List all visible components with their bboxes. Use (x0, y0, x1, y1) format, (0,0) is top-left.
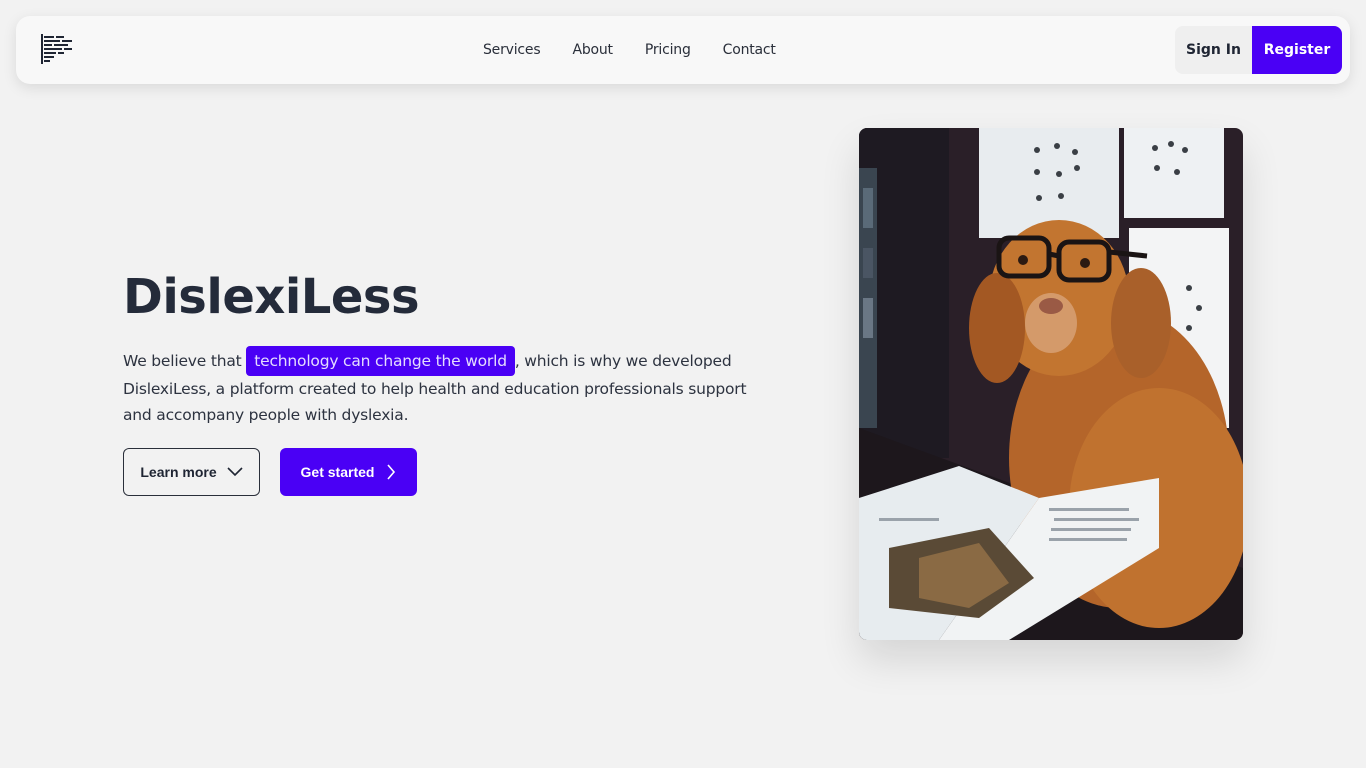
chevron-right-icon (387, 464, 396, 480)
logo-icon[interactable] (40, 32, 74, 66)
hero-highlight: technology can change the world (246, 346, 515, 376)
auth-actions: Sign In Register (1175, 26, 1342, 74)
get-started-button[interactable]: Get started (280, 448, 417, 496)
get-started-label: Get started (300, 464, 375, 480)
nav-link-contact[interactable]: Contact (723, 42, 776, 58)
chevron-down-icon (227, 467, 243, 477)
learn-more-button[interactable]: Learn more (123, 448, 260, 496)
nav-links: Services About Pricing Contact (483, 16, 808, 84)
dog-reading-illustration (859, 128, 1243, 640)
hero-text-before: We believe that (123, 352, 247, 370)
top-navbar: Services About Pricing Contact Sign In R… (16, 16, 1350, 84)
sign-in-button[interactable]: Sign In (1175, 26, 1252, 74)
hero-title: DislexiLess (123, 269, 420, 325)
nav-link-about[interactable]: About (572, 42, 613, 58)
learn-more-label: Learn more (140, 464, 217, 480)
nav-link-pricing[interactable]: Pricing (645, 42, 691, 58)
register-button[interactable]: Register (1252, 26, 1342, 74)
hero-description: We believe that technology can change th… (123, 346, 763, 428)
nav-link-services[interactable]: Services (483, 42, 541, 58)
hero-dog-photo (859, 128, 1243, 640)
